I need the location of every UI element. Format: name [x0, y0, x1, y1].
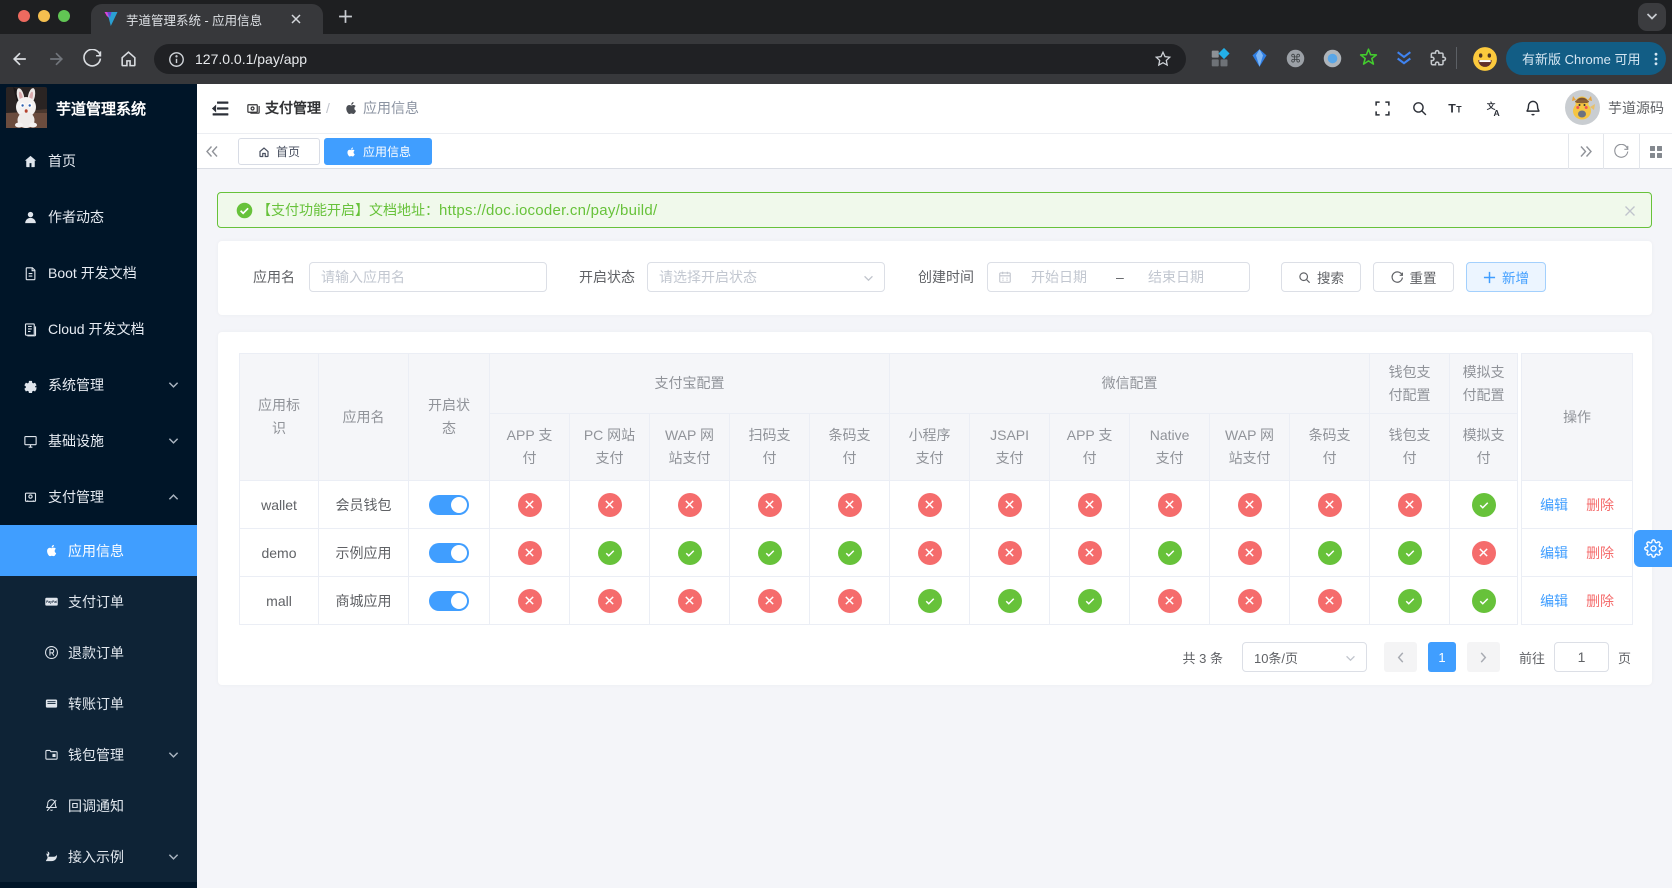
svg-text:T: T — [1456, 105, 1462, 115]
svg-text:T: T — [1448, 102, 1456, 116]
svg-text:⌘: ⌘ — [1290, 53, 1301, 65]
svg-text:A: A — [1494, 108, 1500, 118]
svg-text:PayPal: PayPal — [46, 600, 57, 604]
